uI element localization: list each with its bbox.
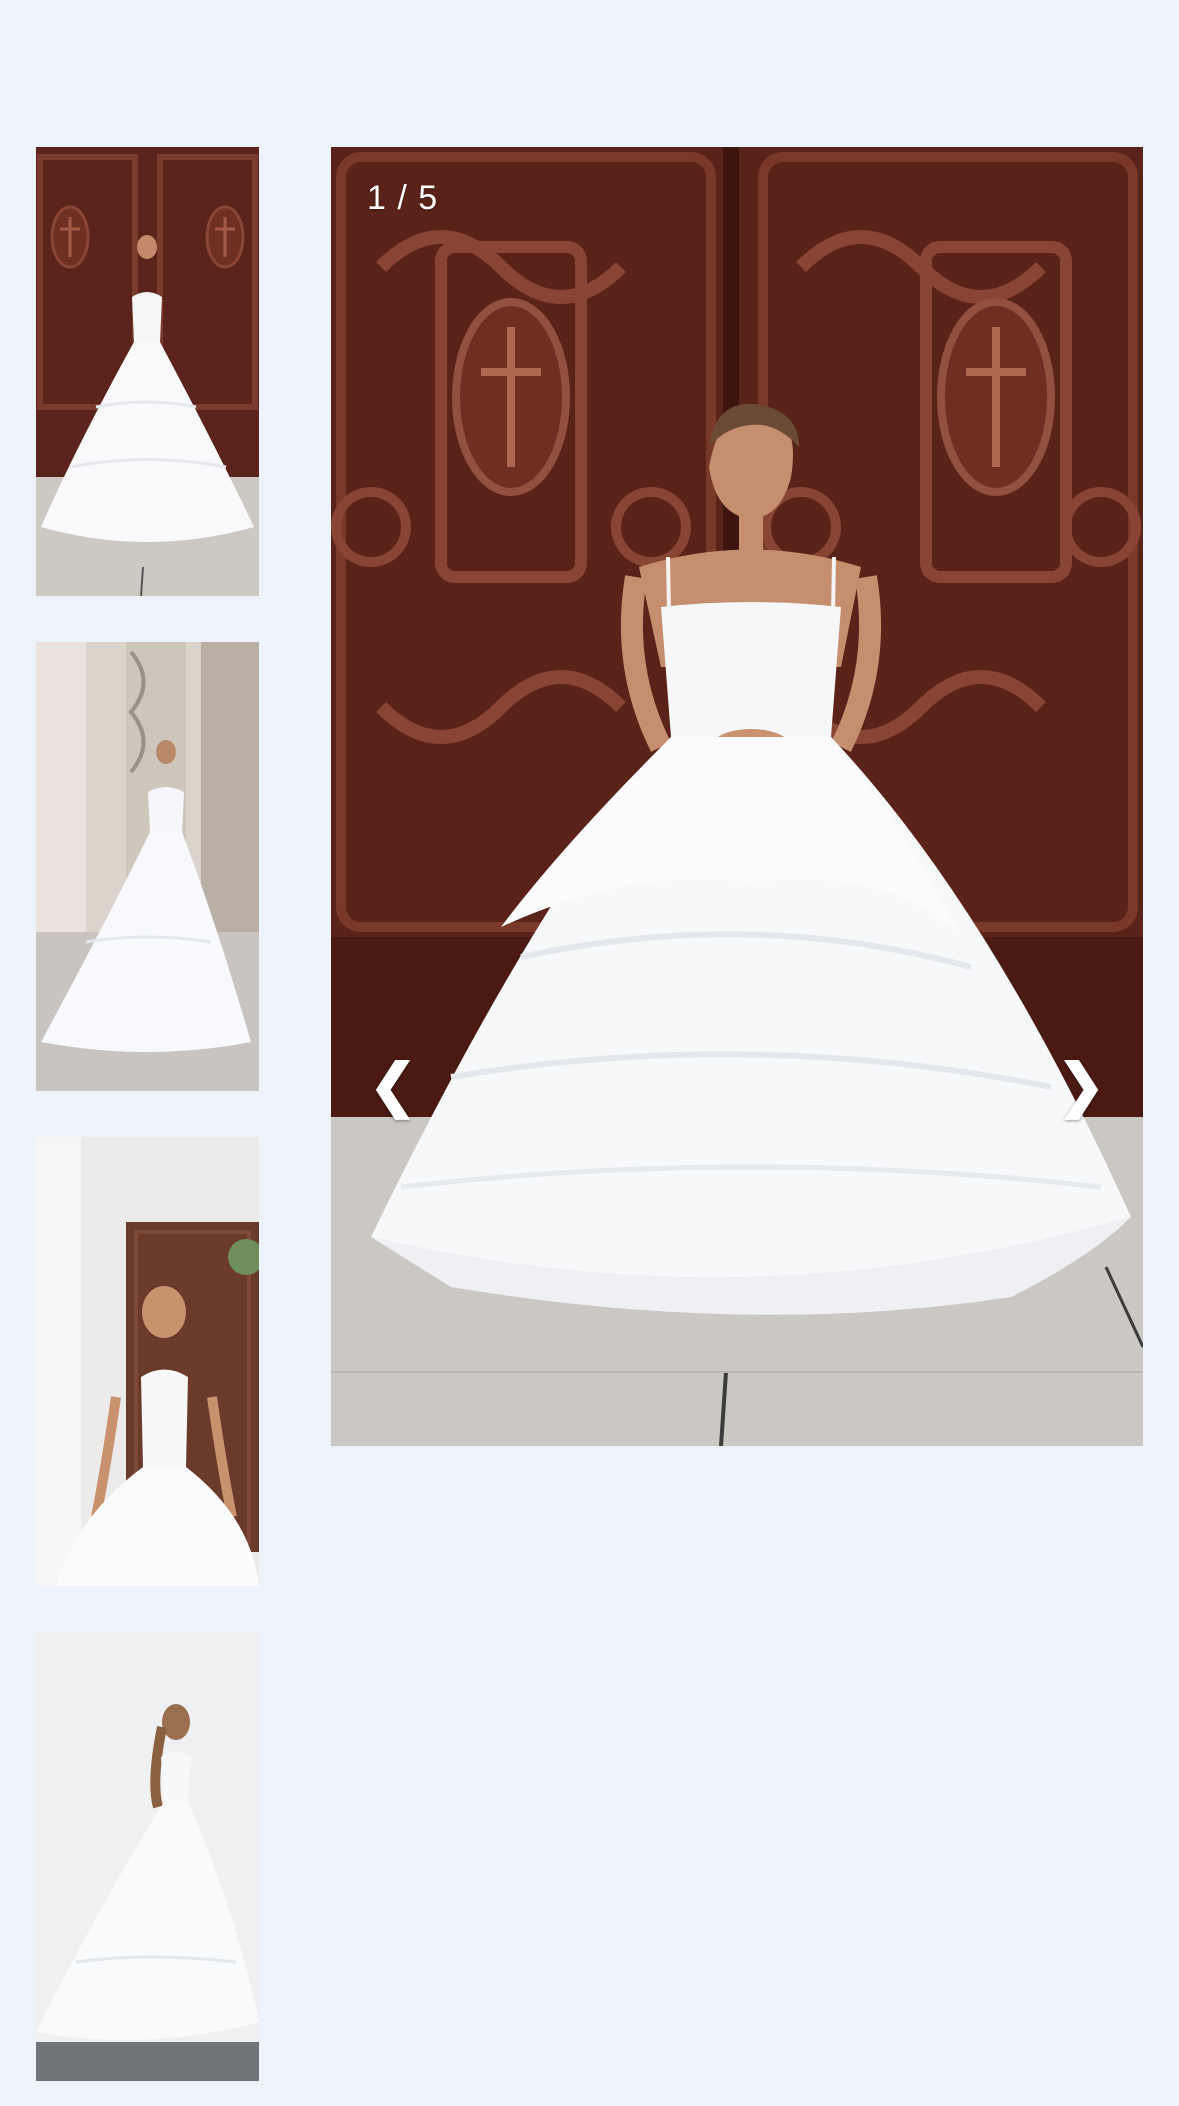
thumbnail-4[interactable] [36, 1632, 259, 2081]
thumbnail-3-image [36, 1137, 259, 1586]
thumbnail-2[interactable] [36, 642, 259, 1091]
chevron-right-icon: ❯ [1056, 1053, 1106, 1118]
thumbnail-2-image [36, 642, 259, 1091]
thumbnail-1-image [36, 147, 259, 596]
thumbnail-1[interactable] [36, 147, 259, 596]
thumbnail-3[interactable] [36, 1137, 259, 1586]
main-gown-photo [331, 147, 1143, 1446]
image-counter: 1 / 5 [367, 179, 439, 217]
next-image-button[interactable]: ❯ [1051, 1043, 1111, 1127]
previous-image-button[interactable]: ❮ [363, 1043, 423, 1127]
main-image-viewer[interactable]: 1 / 5 ❮ ❯ [331, 147, 1143, 1446]
chevron-left-icon: ❮ [368, 1053, 418, 1118]
thumbnail-4-image [36, 1632, 259, 2081]
